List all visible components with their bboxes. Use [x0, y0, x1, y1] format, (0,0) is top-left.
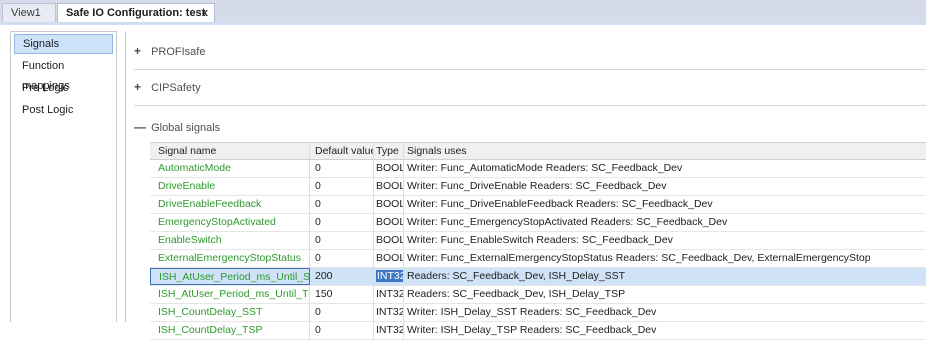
- signal-uses-cell: Writer: Func_DriveEnableFeedback Readers…: [407, 198, 713, 210]
- signal-name-cell[interactable]: ISH_CountDelay_SST: [150, 304, 310, 321]
- signal-uses-cell: Writer: Func_ExternalEmergencyStopStatus…: [407, 252, 871, 264]
- signal-uses-cell: Writer: Func_DriveEnable Readers: SC_Fee…: [407, 180, 667, 192]
- type-cell[interactable]: BOOL: [374, 160, 404, 177]
- tab-safe-io-configuration[interactable]: Safe IO Configuration: test x: [57, 3, 215, 22]
- table-row-selected[interactable]: ISH_AtUser_Period_ms_Until_SST 200 INT32…: [150, 268, 926, 286]
- signal-uses-cell: Readers: SC_Feedback_Dev, ISH_Delay_TSP: [407, 288, 626, 300]
- close-tab-icon[interactable]: x: [202, 4, 208, 23]
- type-cell[interactable]: INT32: [374, 322, 404, 339]
- default-value-cell[interactable]: 150: [310, 286, 374, 303]
- section-cipsafety[interactable]: + CIPSafety: [134, 75, 926, 99]
- table-row[interactable]: EnableSwitch 0 BOOL Writer: Func_EnableS…: [150, 232, 926, 250]
- table-row[interactable]: ISH_AtUser_Period_ms_Until_TSP 150 INT32…: [150, 286, 926, 304]
- type-cell[interactable]: BOOL: [374, 178, 404, 195]
- signal-name-cell[interactable]: ISH_CountDelay_TSP: [150, 322, 310, 339]
- signal-uses-cell: Writer: Func_EnableSwitch Readers: SC_Fe…: [407, 234, 673, 246]
- signal-name-cell[interactable]: DriveEnableFeedback: [150, 196, 310, 213]
- global-signals-grid: Signal name Default value Type Signals u…: [150, 142, 926, 340]
- default-value-cell[interactable]: 0: [310, 196, 374, 213]
- collapse-minus-icon[interactable]: —: [134, 115, 148, 139]
- type-cell[interactable]: BOOL: [374, 232, 404, 249]
- section-profisafe[interactable]: + PROFIsafe: [134, 39, 926, 63]
- type-value-highlighted: INT32: [376, 270, 403, 282]
- type-cell[interactable]: BOOL: [374, 214, 404, 231]
- sidebar-item-label: Post Logic: [22, 104, 74, 116]
- column-header-signal-name[interactable]: Signal name: [150, 143, 310, 160]
- type-cell[interactable]: BOOL: [374, 196, 404, 213]
- signal-name-cell[interactable]: EnableSwitch: [150, 232, 310, 249]
- section-divider: [134, 105, 926, 106]
- table-row[interactable]: DriveEnableFeedback 0 BOOL Writer: Func_…: [150, 196, 926, 214]
- table-row[interactable]: ISH_CountDelay_SST 0 INT32 Writer: ISH_D…: [150, 304, 926, 322]
- signal-name-cell[interactable]: EmergencyStopActivated: [150, 214, 310, 231]
- default-value-cell[interactable]: 0: [310, 178, 374, 195]
- default-value-cell[interactable]: 0: [310, 304, 374, 321]
- type-cell[interactable]: INT32: [374, 304, 404, 321]
- section-global-signals[interactable]: — Global signals: [134, 115, 926, 139]
- default-value-cell[interactable]: 0: [310, 322, 374, 339]
- signal-uses-cell: Writer: Func_EmergencyStopActivated Read…: [407, 216, 728, 228]
- document-tabstrip: View1 Safe IO Configuration: test x: [0, 0, 926, 25]
- signals-panel: + PROFIsafe + CIPSafety — Global signals…: [125, 31, 926, 340]
- sidebar-item-pre-logic[interactable]: Pre Logic: [14, 78, 113, 98]
- sidebar-item-function-mappings[interactable]: Function mappings: [14, 56, 113, 92]
- table-row[interactable]: ISH_CountDelay_TSP 0 INT32 Writer: ISH_D…: [150, 322, 926, 340]
- tab-safe-io-label: Safe IO Configuration: test: [66, 7, 206, 19]
- sidebar-navigation: Signals Function mappings Pre Logic Post…: [10, 31, 117, 322]
- table-row[interactable]: AutomaticMode 0 BOOL Writer: Func_Automa…: [150, 160, 926, 178]
- signal-name-cell[interactable]: ISH_AtUser_Period_ms_Until_TSP: [150, 286, 310, 303]
- column-header-default-value[interactable]: Default value: [310, 143, 374, 160]
- signal-uses-cell: Readers: SC_Feedback_Dev, ISH_Delay_SST: [407, 270, 626, 282]
- default-value-cell[interactable]: 0: [310, 160, 374, 177]
- type-cell[interactable]: INT32: [374, 268, 404, 285]
- signal-uses-cell: Writer: ISH_Delay_SST Readers: SC_Feedba…: [407, 306, 657, 318]
- section-divider: [134, 69, 926, 70]
- signal-name-cell[interactable]: ExternalEmergencyStopStatus: [150, 250, 310, 267]
- default-value-cell[interactable]: 200: [310, 268, 374, 285]
- type-cell[interactable]: INT32: [374, 286, 404, 303]
- signal-name-cell[interactable]: ISH_AtUser_Period_ms_Until_SST: [150, 268, 310, 285]
- table-row[interactable]: EmergencyStopActivated 0 BOOL Writer: Fu…: [150, 214, 926, 232]
- sidebar-item-label: Signals: [23, 38, 60, 50]
- sidebar-item-label: Pre Logic: [22, 82, 69, 94]
- signal-name-cell[interactable]: AutomaticMode: [150, 160, 310, 177]
- sidebar-item-post-logic[interactable]: Post Logic: [14, 100, 113, 120]
- column-header-signals-uses[interactable]: Signals uses: [404, 143, 926, 160]
- grid-header-row: Signal name Default value Type Signals u…: [150, 142, 926, 160]
- table-row[interactable]: DriveEnable 0 BOOL Writer: Func_DriveEna…: [150, 178, 926, 196]
- signal-uses-cell: Writer: Func_AutomaticMode Readers: SC_F…: [407, 162, 683, 174]
- tab-view1-label: View1: [11, 7, 41, 19]
- default-value-cell[interactable]: 0: [310, 250, 374, 267]
- table-row[interactable]: ExternalEmergencyStopStatus 0 BOOL Write…: [150, 250, 926, 268]
- type-cell[interactable]: BOOL: [374, 250, 404, 267]
- expand-plus-icon[interactable]: +: [134, 75, 148, 99]
- signal-uses-cell: Writer: ISH_Delay_TSP Readers: SC_Feedba…: [407, 324, 657, 336]
- tab-view1[interactable]: View1: [2, 3, 56, 22]
- section-title: Global signals: [151, 122, 221, 134]
- column-header-type[interactable]: Type: [374, 143, 404, 160]
- default-value-cell[interactable]: 0: [310, 214, 374, 231]
- default-value-cell[interactable]: 0: [310, 232, 374, 249]
- section-title: PROFIsafe: [151, 46, 206, 58]
- signal-name-cell[interactable]: DriveEnable: [150, 178, 310, 195]
- expand-plus-icon[interactable]: +: [134, 39, 148, 63]
- section-title: CIPSafety: [151, 82, 201, 94]
- sidebar-item-signals[interactable]: Signals: [14, 34, 113, 54]
